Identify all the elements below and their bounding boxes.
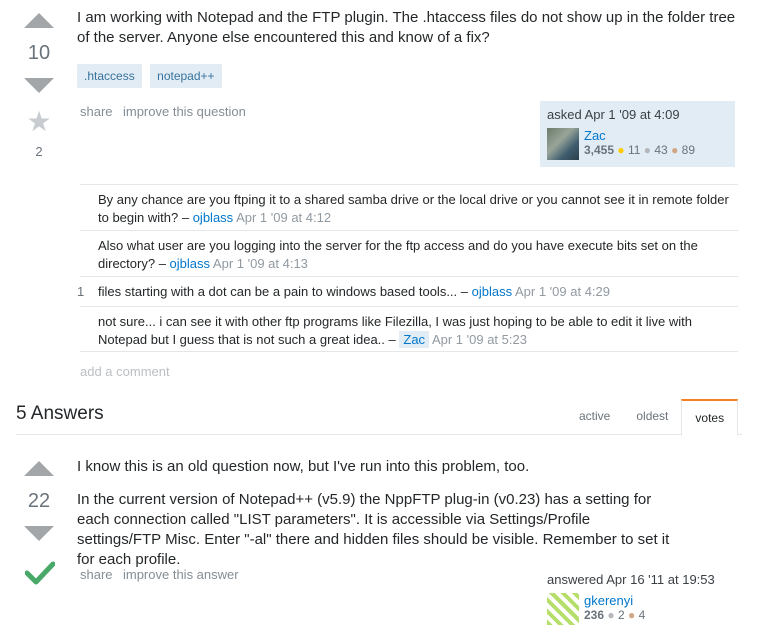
tag-notepadpp[interactable]: notepad++	[150, 64, 222, 88]
improve-answer-link[interactable]: improve this answer	[123, 567, 239, 582]
answer-paragraph: I know this is an old question now, but …	[77, 458, 530, 475]
silver-badge-icon: ●	[643, 143, 652, 157]
question-downvote-button[interactable]	[24, 78, 54, 93]
comment-user-link[interactable]: Zac	[399, 331, 430, 348]
bronze-badge-count: 4	[638, 608, 646, 622]
add-comment-link[interactable]: add a comment	[80, 364, 170, 379]
avatar[interactable]	[547, 128, 579, 160]
bronze-badge-icon: ●	[671, 143, 679, 157]
comment-text: not sure... i can see it with other ftp …	[98, 314, 692, 347]
user-flair: 236 ● 2 ● 4	[584, 608, 645, 622]
favorite-count: 2	[35, 144, 43, 159]
tag-htaccess[interactable]: .htaccess	[77, 64, 142, 88]
answer-sort-tabs: active oldest votes	[566, 399, 739, 436]
favorite-star-icon[interactable]: ★	[19, 108, 59, 136]
comment-date[interactable]: Apr 1 '09 at 5:23	[432, 332, 527, 347]
comment-date[interactable]: Apr 1 '09 at 4:13	[213, 256, 308, 271]
tab-votes[interactable]: votes	[681, 399, 739, 436]
comment-user-link[interactable]: ojblass	[472, 284, 512, 299]
answer-paragraph: In the current version of Notepad++ (v5.…	[77, 491, 670, 568]
user-flair: 3,455 ● 11 ● 43 ● 89	[584, 143, 695, 157]
question-owner-card: asked Apr 1 '09 at 4:09 Zac 3,455 ● 11 ●…	[540, 101, 735, 167]
question-post-menu: share improve this question	[80, 103, 252, 121]
tab-oldest[interactable]: oldest	[623, 399, 681, 436]
answer-upvote-button[interactable]	[24, 461, 54, 476]
avatar[interactable]	[547, 593, 579, 625]
silver-badge-count: 2	[617, 608, 625, 622]
question-upvote-button[interactable]	[24, 13, 54, 28]
answer-downvote-button[interactable]	[24, 526, 54, 541]
bronze-badge-icon: ●	[628, 608, 636, 622]
comment-score: 1	[77, 284, 85, 299]
reputation-score: 3,455	[584, 143, 615, 157]
bronze-badge-count: 89	[681, 143, 696, 157]
comment-user-link[interactable]: ojblass	[193, 210, 233, 225]
comment-item: Also what user are you logging into the …	[80, 230, 738, 276]
comment-text: files starting with a dot can be a pain …	[98, 284, 468, 299]
gold-badge-icon: ●	[617, 143, 625, 157]
improve-question-link[interactable]: improve this question	[123, 104, 246, 119]
answer-post-menu: share improve this answer	[80, 566, 245, 584]
share-answer-link[interactable]: share	[80, 567, 113, 582]
answer-owner-name[interactable]: gkerenyi	[584, 593, 645, 608]
silver-badge-icon: ●	[607, 608, 615, 622]
question-body: I am working with Notepad and the FTP pl…	[77, 9, 736, 46]
comment-date[interactable]: Apr 1 '09 at 4:29	[515, 284, 610, 299]
asked-timestamp: asked Apr 1 '09 at 4:09	[547, 107, 680, 122]
comment-date[interactable]: Apr 1 '09 at 4:12	[236, 210, 331, 225]
tag-list: .htaccess notepad++	[77, 64, 226, 88]
gold-badge-count: 11	[627, 143, 641, 157]
silver-badge-count: 43	[654, 143, 668, 157]
comment-item: By any chance are you ftping it to a sha…	[80, 184, 738, 230]
comment-item: not sure... i can see it with other ftp …	[80, 306, 738, 352]
comment-user-link[interactable]: ojblass	[170, 256, 210, 271]
answer-owner-card: answered Apr 16 '11 at 19:53 gkerenyi 23…	[540, 566, 740, 631]
question-vote-count: 10	[27, 42, 51, 64]
answer-vote-count: 22	[27, 490, 51, 512]
reputation-score: 236	[584, 608, 605, 622]
question-owner-name[interactable]: Zac	[584, 128, 695, 143]
comment-item: 1 files starting with a dot can be a pai…	[77, 276, 738, 306]
answers-count-heading: 5 Answers	[16, 403, 104, 424]
tab-active[interactable]: active	[566, 399, 623, 436]
accepted-checkmark-icon	[25, 561, 55, 585]
comments-list: By any chance are you ftping it to a sha…	[77, 184, 738, 352]
share-question-link[interactable]: share	[80, 104, 113, 119]
answered-timestamp: answered Apr 16 '11 at 19:53	[547, 572, 715, 587]
